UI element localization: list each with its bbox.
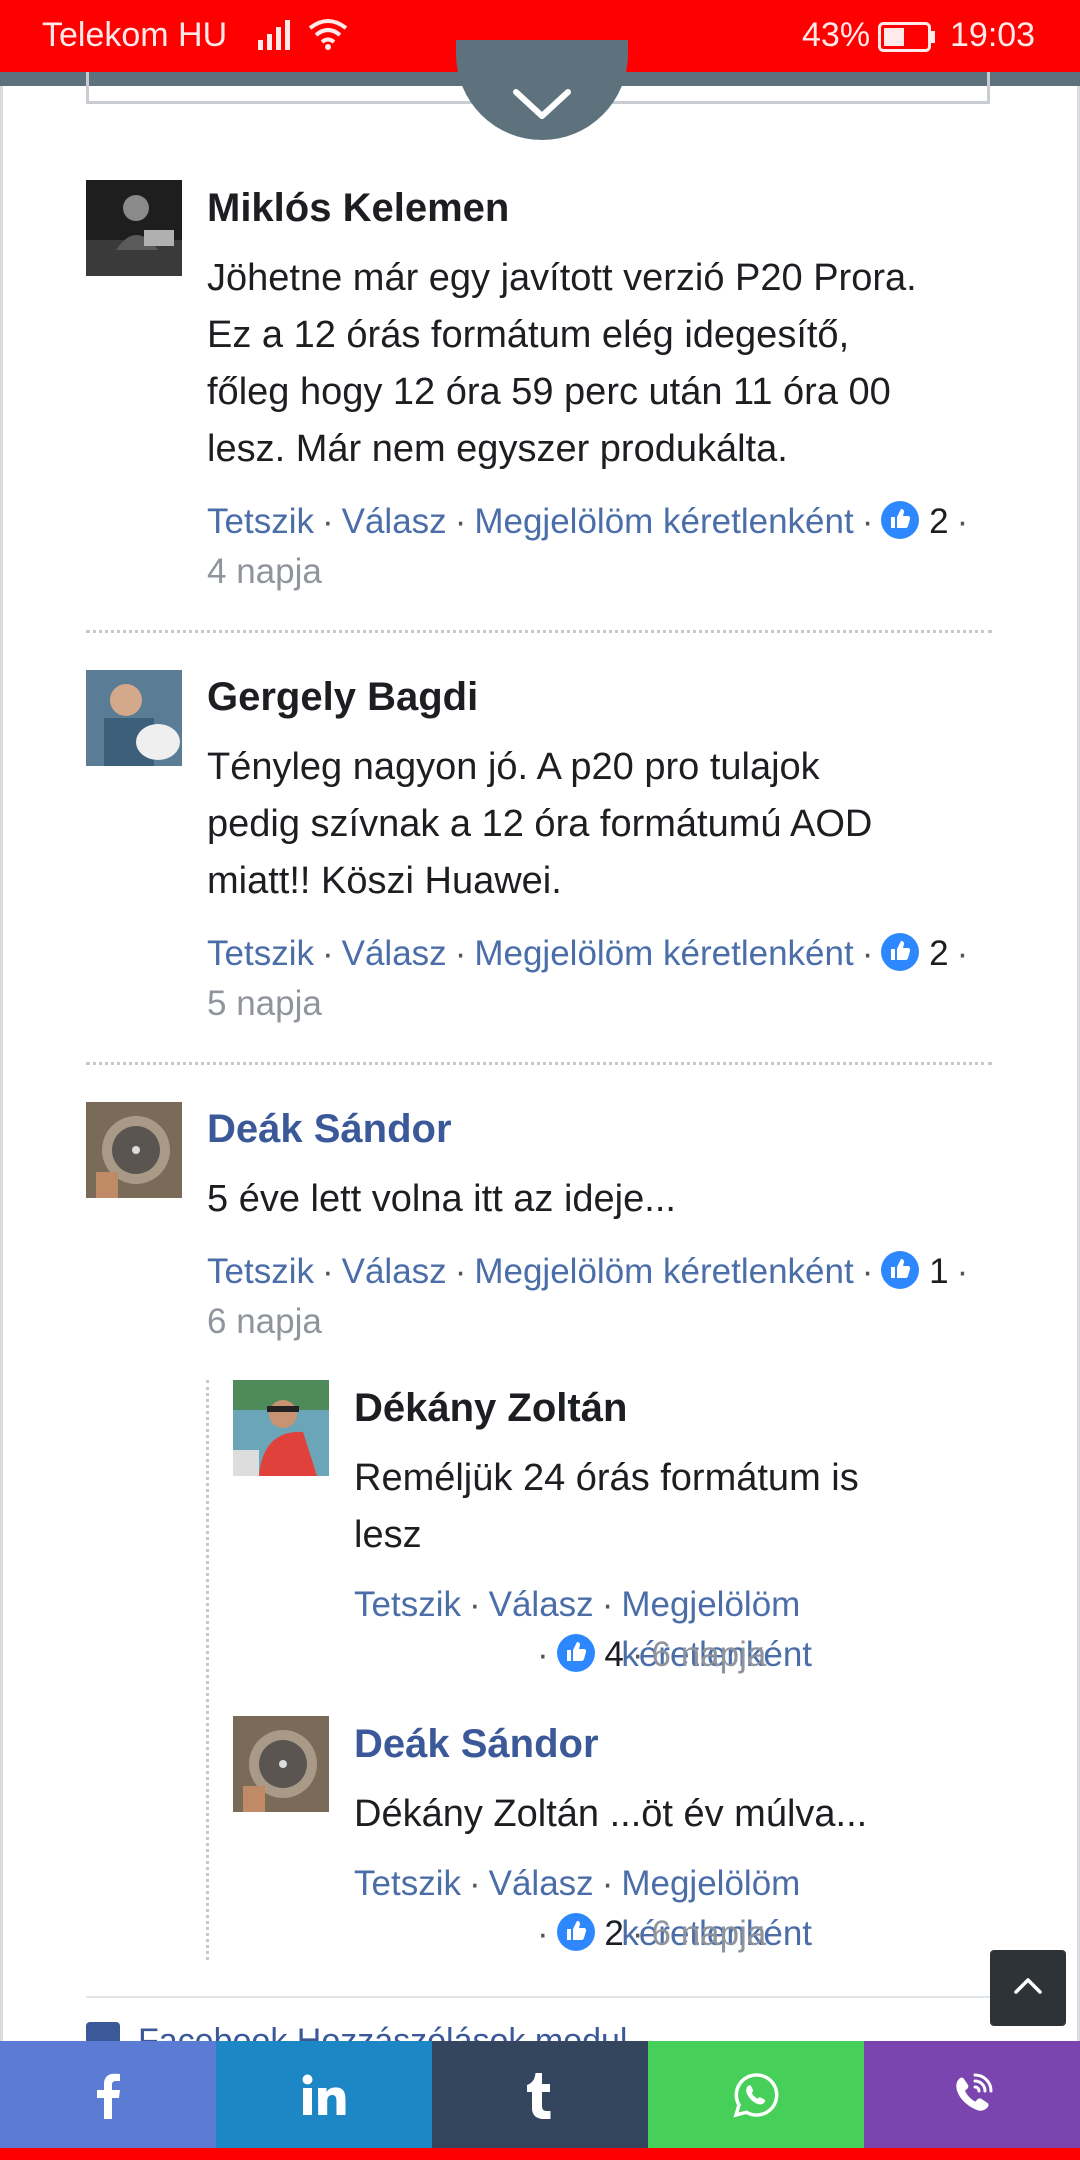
chevron-up-icon [1014,1978,1042,1994]
wifi-icon [308,18,348,59]
reply-author[interactable]: Dékány Zoltán [354,1386,627,1431]
like-count: 1 [929,1252,949,1291]
comment-actions: Tetszik · Válasz · Megjelölöm kéretlenként · … [207,929,1007,1029]
mark-spam-link[interactable]: Megjelölöm kéretlenként [474,934,853,973]
avatar[interactable] [233,1380,329,1476]
reply-line: Dékány Zoltán ...öt év múlva... [354,1793,868,1835]
whatsapp-icon [733,2072,779,2117]
comment-text: 5 éve lett volna itt az ideje... [207,1171,1007,1228]
reply-actions: Tetszik · Válasz · Megjelölöm kéretlenként ·… [354,1580,994,1680]
clock: 19:03 [950,16,1036,54]
like-link[interactable]: Tetszik [207,502,314,541]
comment-date[interactable]: 6 napja [207,1297,1007,1347]
reply-actions: Tetszik · Válasz · Megjelölöm kéretlenként ·… [354,1859,994,1959]
share-tumblr-button[interactable] [432,2041,648,2148]
comment-author[interactable]: Gergely Bagdi [207,675,478,720]
frame-border-left [0,86,3,2041]
like-badge-icon [556,1913,595,1951]
like-count: 2 [929,934,949,973]
facebook-icon [97,2073,120,2119]
comment-actions: Tetszik · Válasz · Megjelölöm kéretlenként · … [207,497,1007,597]
reply-author[interactable]: Deák Sándor [354,1722,599,1767]
comment-author[interactable]: Deák Sándor [207,1107,452,1152]
avatar[interactable] [86,1102,182,1198]
mark-spam-link[interactable]: Megjelölöm kéretlenként [474,502,853,541]
collapse-button[interactable] [456,40,628,140]
like-count: 4 [604,1635,624,1674]
avatar[interactable] [86,670,182,766]
comment-line: lesz. Már nem egyszer produkálta. [207,428,788,470]
carrier-label: Telekom HU [42,16,228,54]
scroll-to-top-button[interactable] [990,1950,1066,2026]
like-badge-icon [881,1251,920,1289]
comment-line: Ez a 12 órás formátum elég idegesítő, [207,314,850,356]
comment-line: pedig szívnak a 12 óra formátumú AOD [207,803,873,845]
reply-link[interactable]: Válasz [342,934,447,973]
comment-date[interactable]: 5 napja [207,979,1007,1029]
like-link[interactable]: Tetszik [207,1252,314,1291]
share-linkedin-button[interactable] [216,2041,432,2148]
chevron-down-icon [513,89,571,119]
like-link[interactable]: Tetszik [207,934,314,973]
avatar[interactable] [86,180,182,276]
tumblr-icon [527,2072,551,2119]
reply-link[interactable]: Válasz [342,502,447,541]
comment-actions: Tetszik · Válasz · Megjelölöm kéretlenként · … [207,1247,1007,1347]
like-link[interactable]: Tetszik [354,1864,461,1903]
share-bar [0,2041,1080,2148]
share-viber-button[interactable] [864,2041,1080,2148]
reply-line: Reméljük 24 órás formátum is [354,1457,859,1499]
comment-date[interactable]: 4 napja [207,547,1007,597]
like-badge-icon [556,1634,595,1672]
comment-text: Tényleg nagyon jó. A p20 pro tulajok ped… [207,739,1007,910]
reply-text: Dékány Zoltán ...öt év múlva... [354,1786,994,1843]
battery-icon [878,22,936,61]
comment-line: miatt!! Köszi Huawei. [207,860,562,902]
reply-link[interactable]: Válasz [489,1585,594,1624]
comment-divider [86,1062,992,1065]
viber-icon [956,2073,993,2111]
comment-author[interactable]: Miklós Kelemen [207,186,509,231]
like-link[interactable]: Tetszik [354,1585,461,1624]
avatar[interactable] [233,1716,329,1812]
signal-icon [258,20,292,59]
comment-text: Jöhetne már egy javított verzió P20 Pror… [207,250,1007,478]
linkedin-icon [302,2074,346,2115]
mark-spam-link[interactable]: Megjelölöm kéretlenként [474,1252,853,1291]
reply-text: Reméljük 24 órás formátum is lesz [354,1450,994,1564]
comment-line: 5 éve lett volna itt az ideje... [207,1178,676,1220]
share-whatsapp-button[interactable] [648,2041,864,2148]
reply-link[interactable]: Válasz [489,1864,594,1903]
reply-thread-line [206,1380,209,1960]
reply-date[interactable]: 6 napja [652,1914,767,1953]
section-divider [86,1996,992,1998]
like-badge-icon [881,933,920,971]
like-count: 2 [929,502,949,541]
like-badge-icon [881,501,920,539]
like-count: 2 [604,1914,624,1953]
bottom-edge [0,2148,1080,2160]
comment-line: főleg hogy 12 óra 59 perc után 11 óra 00 [207,371,891,413]
comment-line: Jöhetne már egy javított verzió P20 Pror… [207,257,917,299]
comment-divider [86,630,992,633]
reply-line: lesz [354,1514,422,1556]
comment-line: Tényleg nagyon jó. A p20 pro tulajok [207,746,820,788]
reply-date[interactable]: 6 napja [652,1635,767,1674]
share-facebook-button[interactable] [0,2041,216,2148]
reply-link[interactable]: Válasz [342,1252,447,1291]
battery-percent: 43% [802,16,871,54]
